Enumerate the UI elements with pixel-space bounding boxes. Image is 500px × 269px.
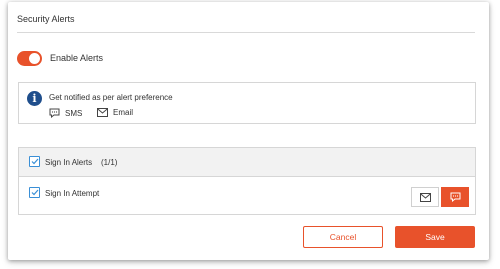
sms-icon	[49, 108, 60, 118]
email-channel: Email	[97, 108, 133, 117]
enable-alerts-toggle[interactable]	[17, 50, 42, 66]
email-icon	[419, 192, 431, 202]
enable-alerts-row: Enable Alerts	[17, 49, 103, 67]
email-icon	[97, 108, 108, 117]
toggle-knob	[28, 51, 41, 65]
email-label: Email	[113, 108, 134, 117]
panel-title: Security Alerts	[17, 14, 75, 24]
info-icon: i	[27, 91, 42, 106]
sms-icon	[450, 192, 460, 202]
security-alerts-panel: Security Alerts Enable Alerts i Get noti…	[8, 2, 489, 260]
email-channel-button[interactable]	[411, 187, 439, 207]
info-box: i Get notified as per alert preference S…	[18, 82, 476, 124]
enable-alerts-label: Enable Alerts	[50, 53, 104, 63]
sms-channel-button[interactable]	[441, 187, 469, 207]
group-count: (1/1)	[101, 158, 118, 167]
group-label: Sign In Alerts	[45, 158, 93, 167]
checkmark-icon	[31, 158, 38, 165]
checkmark-icon	[31, 189, 38, 196]
sign-in-attempt-checkbox[interactable]	[29, 187, 40, 198]
sign-in-alerts-group: Sign In Alerts (1/1)	[19, 148, 475, 177]
info-text: Get notified as per alert preference	[49, 93, 173, 102]
alerts-list: Sign In Alerts (1/1) Sign In Attempt	[18, 147, 476, 215]
save-button[interactable]: Save	[395, 226, 475, 248]
sms-channel: SMS	[49, 108, 82, 118]
title-divider	[17, 32, 475, 33]
group-checkbox[interactable]	[29, 156, 40, 167]
sms-label: SMS	[65, 108, 83, 118]
sign-in-attempt-label: Sign In Attempt	[45, 189, 100, 198]
cancel-button[interactable]: Cancel	[303, 226, 383, 248]
